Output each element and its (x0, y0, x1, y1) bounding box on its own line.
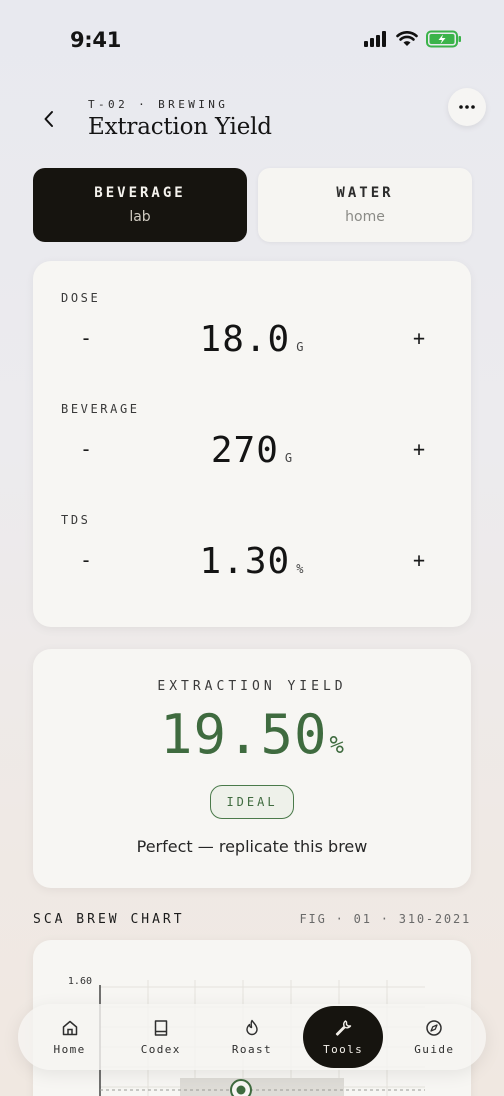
nav-tools-label: Tools (323, 1042, 364, 1056)
dose-label: DOSE (61, 291, 101, 305)
beverage-decrement-button[interactable]: - (71, 434, 101, 464)
result-message: Perfect — replicate this brew (136, 837, 368, 856)
nav-roast-label: Roast (231, 1042, 273, 1056)
beverage-row: BEVERAGE - 270 G + (33, 372, 471, 482)
status-time: 9:41 (70, 28, 122, 52)
dose-increment-button[interactable]: + (404, 323, 434, 353)
status-bar: 9:41 (0, 0, 504, 80)
wrench-icon (335, 1019, 352, 1036)
ideal-zone (180, 1078, 344, 1096)
home-icon (62, 1020, 77, 1035)
tds-number: 1.30 (199, 541, 291, 582)
nav-home[interactable]: Home (30, 1006, 110, 1068)
tds-label: TDS (61, 513, 91, 527)
dose-decrement-button[interactable]: - (71, 323, 101, 353)
bottom-nav: Home Codex Roast Tools Guide (18, 1004, 486, 1070)
battery-icon (426, 30, 461, 48)
result-label: EXTRACTION YIELD (157, 679, 347, 694)
chevron-left-icon (44, 111, 53, 127)
beverage-increment-button[interactable]: + (404, 434, 434, 464)
mode-beverage-title: BEVERAGE (94, 185, 186, 201)
brew-point (236, 1085, 246, 1095)
result-number: 19.50 (159, 703, 328, 766)
mode-beverage-button[interactable]: BEVERAGE lab (33, 168, 247, 242)
more-icon (459, 105, 475, 109)
page-title: Extraction Yield (88, 114, 272, 140)
nav-codex[interactable]: Codex (121, 1006, 201, 1068)
compass-icon (426, 1019, 443, 1036)
mode-beverage-sub: lab (129, 209, 151, 225)
result-value: 19.50 % (33, 703, 471, 766)
y-tick-label: 1.60 (68, 976, 92, 987)
status-badge: IDEAL (210, 785, 294, 819)
tds-row: TDS - 1.30 % + (33, 483, 471, 593)
signal-icon (364, 31, 386, 47)
dose-unit: G (296, 340, 305, 354)
nav-home-label: Home (53, 1042, 86, 1056)
result-unit: % (329, 731, 344, 759)
tds-increment-button[interactable]: + (404, 545, 434, 575)
chart-figure-label: FIG · 01 · 310-2021 (299, 912, 471, 926)
nav-guide-label: Guide (414, 1042, 455, 1056)
page-eyebrow: T-02 · BREWING (88, 98, 229, 111)
back-button[interactable] (34, 104, 64, 134)
status-icons (364, 30, 462, 48)
beverage-unit: G (284, 451, 294, 465)
result-card: EXTRACTION YIELD 19.50 % IDEAL Perfect —… (33, 649, 471, 888)
nav-codex-label: Codex (140, 1042, 181, 1056)
nav-roast[interactable]: Roast (212, 1006, 292, 1068)
wifi-icon (396, 31, 418, 46)
nav-guide[interactable]: Guide (394, 1006, 474, 1068)
more-button[interactable] (448, 88, 486, 126)
dose-row: DOSE - 18.0 G + (33, 261, 471, 371)
book-icon (154, 1019, 168, 1036)
flame-icon (246, 1019, 258, 1035)
beverage-number: 270 (210, 430, 279, 471)
beverage-label: BEVERAGE (61, 402, 140, 416)
mode-water-button[interactable]: WATER home (258, 168, 472, 242)
chart-heading: SCA BREW CHART (33, 912, 185, 927)
tds-decrement-button[interactable]: - (71, 545, 101, 575)
dose-value[interactable]: 18.0 G (133, 319, 371, 360)
dose-number: 18.0 (199, 319, 291, 360)
mode-water-sub: home (345, 209, 385, 225)
beverage-value[interactable]: 270 G (133, 430, 371, 471)
nav-tools[interactable]: Tools (303, 1006, 384, 1068)
tds-unit: % (296, 562, 305, 576)
inputs-card: DOSE - 18.0 G + BEVERAGE - 270 G + TDS -… (33, 261, 471, 627)
tds-value[interactable]: 1.30 % (133, 541, 371, 582)
mode-water-title: WATER (336, 185, 394, 201)
